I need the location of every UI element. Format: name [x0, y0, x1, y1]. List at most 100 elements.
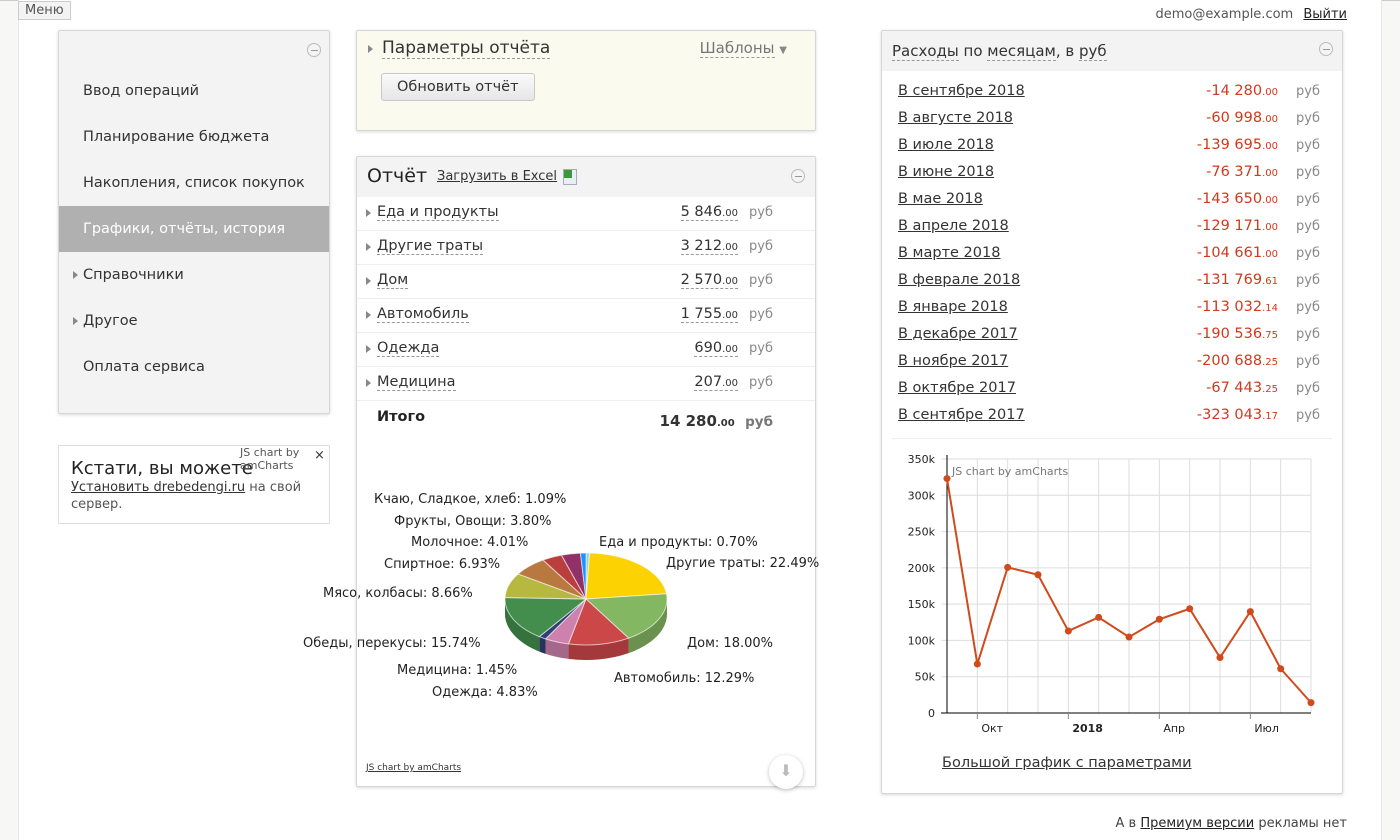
amount-int: -190 536 — [1196, 326, 1263, 342]
category-name[interactable]: Медицина — [377, 374, 456, 391]
report-row[interactable]: Автомобиль 1 755.00 руб — [357, 299, 815, 333]
month-amount: -129 171.00 — [1197, 218, 1278, 234]
amount-dec: .00 — [1262, 195, 1278, 206]
category-amount[interactable]: 3 212.00 — [680, 238, 738, 255]
expand-icon[interactable] — [366, 243, 371, 251]
report-row[interactable]: Другие траты 3 212.00 руб — [357, 231, 815, 265]
chart-credit[interactable]: JS chart by amCharts — [366, 763, 461, 773]
pie-label: Одежда: 4.83% — [432, 685, 538, 700]
logout-link[interactable]: Выйти — [1303, 7, 1347, 22]
report-panel: Отчёт Загрузить в Excel Еда и продукты 5 … — [303, 156, 819, 789]
month-link[interactable]: В июле 2018 — [898, 137, 994, 153]
premium-link[interactable]: Премиум версии — [1140, 816, 1254, 831]
title-currency[interactable]: руб — [1079, 42, 1107, 61]
report-row[interactable]: Дом 2 570.00 руб — [357, 265, 815, 299]
amount-int: -113 032 — [1196, 299, 1263, 315]
month-link[interactable]: В мае 2018 — [898, 191, 983, 207]
month-link[interactable]: В декабре 2017 — [898, 326, 1018, 342]
category-name[interactable]: Одежда — [377, 340, 440, 357]
month-amount: -139 695.00 — [1197, 137, 1278, 153]
currency: руб — [1296, 381, 1320, 396]
sidebar-item[interactable]: Планирование бюджета — [59, 114, 329, 160]
sidebar-item-label: Другое — [83, 313, 138, 329]
month-link[interactable]: В апреле 2018 — [898, 218, 1009, 234]
sidebar-item[interactable]: Графики, отчёты, история — [59, 206, 329, 252]
month-link[interactable]: В октябре 2017 — [898, 380, 1016, 396]
report-row[interactable]: Еда и продукты 5 846.00 руб — [357, 197, 815, 231]
expand-icon[interactable] — [366, 277, 371, 285]
report-row[interactable]: Одежда 690.00 руб — [357, 333, 815, 367]
excel-icon[interactable] — [563, 169, 577, 185]
month-row: В декабре 2017 -190 536.75 руб — [898, 323, 1322, 350]
month-link[interactable]: В сентябре 2018 — [898, 83, 1025, 99]
month-link[interactable]: В сентябре 2017 — [898, 407, 1025, 423]
sidebar-item[interactable]: Ввод операций — [59, 68, 329, 114]
params-toggle[interactable]: Параметры отчёта — [382, 38, 551, 59]
expand-icon[interactable] — [366, 345, 371, 353]
collapse-icon[interactable] — [791, 169, 805, 183]
category-amount[interactable]: 690.00 — [694, 340, 738, 357]
pie-label: Фрукты, Овощи: 3.80% — [394, 514, 552, 529]
expand-icon[interactable] — [366, 379, 371, 387]
currency: руб — [1296, 354, 1320, 369]
chart-credit: JS chart by amCharts — [951, 465, 1068, 478]
month-link[interactable]: В феврале 2018 — [898, 272, 1020, 288]
data-point — [943, 475, 951, 483]
amount-dec: .00 — [722, 344, 738, 355]
pie-label: Мясо, колбасы: 8.66% — [323, 586, 473, 601]
templates-dropdown[interactable]: Шаблоны ▼ — [699, 39, 787, 58]
pie-slice — [585, 552, 668, 600]
sidebar-item[interactable]: Накопления, список покупок — [59, 160, 329, 206]
month-link[interactable]: В ноябре 2017 — [898, 353, 1008, 369]
footer-text: А в — [1115, 816, 1141, 831]
report-header: Отчёт Загрузить в Excel — [357, 157, 815, 197]
category-name[interactable]: Дом — [377, 272, 409, 289]
collapse-icon[interactable] — [307, 43, 321, 57]
x-tick-label: Окт — [981, 722, 1003, 735]
month-link[interactable]: В марте 2018 — [898, 245, 1000, 261]
close-icon[interactable]: × — [314, 448, 325, 463]
big-chart-link[interactable]: Большой график с параметрами — [942, 755, 1192, 771]
data-point — [1125, 633, 1133, 641]
category-name[interactable]: Автомобиль — [377, 306, 469, 323]
currency: руб — [1296, 246, 1320, 261]
category-name[interactable]: Другие траты — [377, 238, 484, 255]
amount-dec: .00 — [1262, 114, 1278, 125]
month-link[interactable]: В июне 2018 — [898, 164, 994, 180]
install-link[interactable]: Установить drebedengi.ru — [71, 480, 245, 495]
menu-button[interactable]: Меню — [18, 1, 71, 20]
month-link[interactable]: В январе 2018 — [898, 299, 1008, 315]
category-amount[interactable]: 5 846.00 — [680, 204, 738, 221]
amount-int: -67 443 — [1206, 380, 1263, 396]
amount-int: 207 — [694, 374, 723, 390]
category-amount[interactable]: 207.00 — [694, 374, 738, 391]
data-point — [1216, 654, 1224, 662]
category-name[interactable]: Еда и продукты — [377, 204, 499, 221]
sidebar-item[interactable]: Оплата сервиса — [59, 344, 329, 390]
collapse-icon[interactable] — [1319, 42, 1333, 56]
amount-int: 5 846 — [680, 204, 723, 220]
refresh-report-button[interactable]: Обновить отчёт — [381, 73, 535, 101]
download-icon[interactable]: ⬇ — [769, 755, 803, 789]
pie-label: Дом: 18.00% — [687, 636, 773, 651]
data-point — [1004, 563, 1012, 571]
title-sep2: , в — [1055, 42, 1079, 60]
expand-icon[interactable] — [366, 209, 371, 217]
currency: руб — [1296, 192, 1320, 207]
sidebar-item[interactable]: Другое — [59, 298, 329, 344]
total-currency: руб — [745, 414, 773, 430]
month-link[interactable]: В августе 2018 — [898, 110, 1013, 126]
category-amount[interactable]: 1 755.00 — [680, 306, 738, 323]
expand-icon[interactable] — [366, 311, 371, 319]
category-amount[interactable]: 2 570.00 — [680, 272, 738, 289]
title-period[interactable]: месяцам — [987, 42, 1056, 61]
amount-dec: .00 — [1262, 87, 1278, 98]
y-tick-label: 300k — [908, 489, 936, 502]
amount-int: -14 280 — [1206, 83, 1263, 99]
report-row[interactable]: Медицина 207.00 руб — [357, 367, 815, 401]
title-type[interactable]: Расходы — [892, 42, 959, 61]
sidebar-item[interactable]: Справочники — [59, 252, 329, 298]
export-excel-link[interactable]: Загрузить в Excel — [437, 169, 557, 184]
widget-text: Установить drebedengi.ru на свой сервер. — [71, 479, 317, 513]
expand-icon[interactable] — [368, 45, 373, 53]
